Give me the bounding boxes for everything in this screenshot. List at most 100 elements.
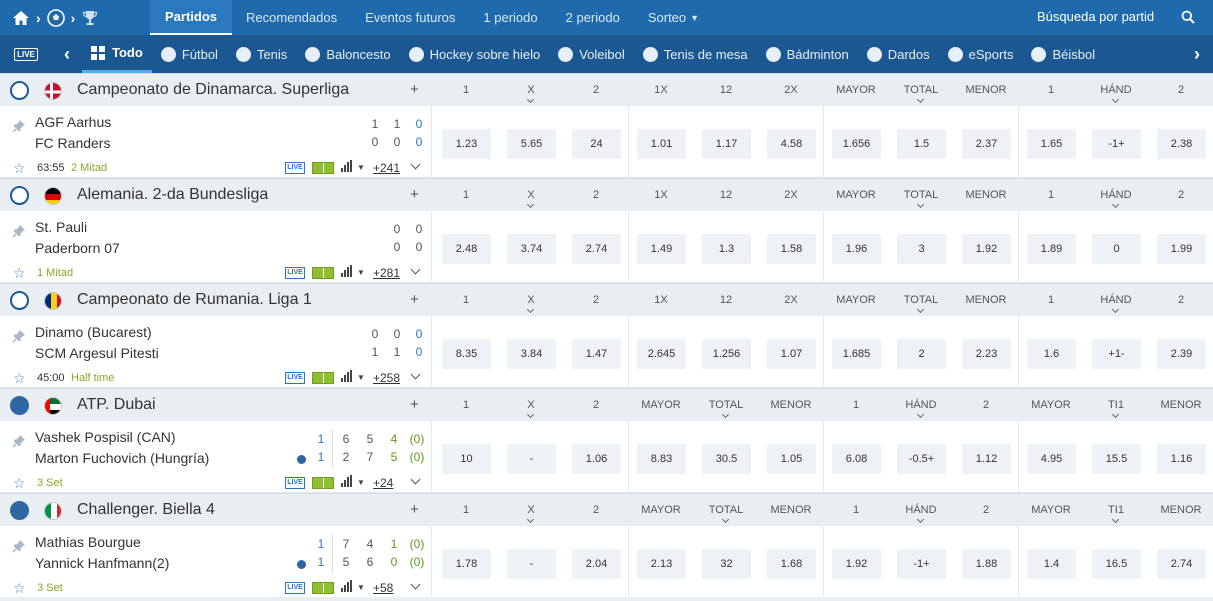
odds-button[interactable]: 1.5	[897, 129, 946, 159]
pin-icon[interactable]	[12, 329, 26, 343]
live-stream-icon[interactable]: LIVE	[285, 477, 305, 489]
chevron-down-icon[interactable]	[1111, 410, 1120, 419]
add-league-button[interactable]: +	[410, 291, 419, 308]
pin-icon[interactable]	[12, 224, 26, 238]
tab-recomendados[interactable]: Recomendados	[232, 0, 351, 35]
odds-button[interactable]: 30.5	[702, 444, 751, 474]
odds-button[interactable]: 2.48	[442, 234, 491, 264]
more-markets-link[interactable]: +24	[373, 476, 393, 490]
odds-button[interactable]: -	[507, 444, 556, 474]
odds-button[interactable]: 1.12	[962, 444, 1011, 474]
odds-button[interactable]: 2.74	[1157, 549, 1206, 579]
match-row[interactable]: Dinamo (Bucarest) SCM Argesul Pitesti 0 0 0 1…	[0, 316, 1213, 388]
expand-chevron-icon[interactable]	[410, 264, 421, 275]
odds-button[interactable]: 1.96	[832, 234, 881, 264]
odds-button[interactable]: 1.685	[832, 339, 881, 369]
tab-sorteo[interactable]: Sorteo ▼	[634, 0, 713, 35]
expand-chevron-icon[interactable]	[410, 159, 421, 170]
statistics-icon[interactable]	[341, 475, 352, 487]
statistics-icon[interactable]	[341, 160, 352, 172]
odds-button[interactable]: 1.47	[572, 339, 621, 369]
odds-button[interactable]: 1.05	[767, 444, 816, 474]
odds-button[interactable]: 0	[1092, 234, 1141, 264]
odds-button[interactable]: 2.74	[572, 234, 621, 264]
odds-button[interactable]: 2.645	[637, 339, 686, 369]
odds-button[interactable]: 1.17	[702, 129, 751, 159]
chevron-down-icon[interactable]	[916, 95, 925, 104]
odds-button[interactable]: 1.92	[962, 234, 1011, 264]
match-row[interactable]: AGF Aarhus FC Randers 1 1 0 0 0 0 ☆ 63:55 2 Mitad L…	[0, 106, 1213, 178]
odds-button[interactable]: -1+	[897, 549, 946, 579]
soccer-ball-icon[interactable]	[46, 8, 65, 27]
league-name[interactable]: Campeonato de Rumania. Liga 1	[77, 291, 312, 309]
match-row[interactable]: St. Pauli Paderborn 07 0 0 0 0 ☆ 1 Mitad LIVE ▼ +2…	[0, 211, 1213, 283]
favorite-star-icon[interactable]: ☆	[13, 371, 26, 385]
field-tracker-icon[interactable]	[312, 477, 334, 489]
league-name[interactable]: Challenger. Biella 4	[77, 501, 215, 519]
odds-button[interactable]: 1.49	[637, 234, 686, 264]
pin-icon[interactable]	[12, 539, 26, 553]
odds-button[interactable]: 1.68	[767, 549, 816, 579]
search-icon[interactable]	[1181, 10, 1195, 24]
search-box[interactable]	[1037, 9, 1195, 24]
odds-button[interactable]: 4.95	[1027, 444, 1076, 474]
soccer-ball-icon[interactable]	[10, 186, 29, 205]
add-league-button[interactable]: +	[410, 396, 419, 413]
odds-button[interactable]: 8.83	[637, 444, 686, 474]
soccer-ball-icon[interactable]	[10, 81, 29, 100]
odds-button[interactable]: 2.39	[1157, 339, 1206, 369]
field-tracker-icon[interactable]	[312, 582, 334, 594]
sport-item-fútbol[interactable]: Fútbol	[152, 35, 227, 73]
odds-button[interactable]: 2.13	[637, 549, 686, 579]
odds-button[interactable]: 3.84	[507, 339, 556, 369]
field-tracker-icon[interactable]	[312, 372, 334, 384]
odds-button[interactable]: 2	[897, 339, 946, 369]
live-toggle[interactable]: LIVE	[0, 35, 52, 73]
chevron-down-icon[interactable]	[916, 515, 925, 524]
odds-button[interactable]: 3	[897, 234, 946, 264]
odds-button[interactable]: 32	[702, 549, 751, 579]
tennis-ball-icon[interactable]	[10, 501, 29, 520]
odds-button[interactable]: 6.08	[832, 444, 881, 474]
odds-button[interactable]: 1.58	[767, 234, 816, 264]
odds-button[interactable]: 2.38	[1157, 129, 1206, 159]
chevron-down-icon[interactable]	[526, 515, 535, 524]
odds-button[interactable]: 5.65	[507, 129, 556, 159]
odds-button[interactable]: 15.5	[1092, 444, 1141, 474]
odds-button[interactable]: 24	[572, 129, 621, 159]
tab-2-periodo[interactable]: 2 periodo	[552, 0, 634, 35]
chevron-down-icon[interactable]	[721, 410, 730, 419]
pin-icon[interactable]	[12, 434, 26, 448]
scroll-left-icon[interactable]: ‹	[52, 44, 82, 65]
tab-eventos-futuros[interactable]: Eventos futuros	[351, 0, 469, 35]
odds-button[interactable]: -1+	[1092, 129, 1141, 159]
pin-icon[interactable]	[12, 119, 26, 133]
chevron-down-icon[interactable]	[916, 305, 925, 314]
tab-1-periodo[interactable]: 1 periodo	[469, 0, 551, 35]
sport-item-voleibol[interactable]: Voleibol	[549, 35, 634, 73]
odds-button[interactable]: 1.65	[1027, 129, 1076, 159]
favorite-star-icon[interactable]: ☆	[13, 581, 26, 595]
search-input[interactable]	[1037, 9, 1177, 24]
chevron-down-icon[interactable]	[1111, 95, 1120, 104]
odds-button[interactable]: -0.5+	[897, 444, 946, 474]
chevron-down-icon[interactable]	[526, 95, 535, 104]
odds-button[interactable]: 1.656	[832, 129, 881, 159]
chevron-down-icon[interactable]	[526, 305, 535, 314]
odds-button[interactable]: 2.23	[962, 339, 1011, 369]
more-markets-link[interactable]: +58	[373, 581, 393, 595]
odds-button[interactable]: 1.06	[572, 444, 621, 474]
expand-chevron-icon[interactable]	[410, 369, 421, 380]
league-name[interactable]: ATP. Dubai	[77, 396, 156, 414]
expand-chevron-icon[interactable]	[410, 474, 421, 485]
add-league-button[interactable]: +	[410, 186, 419, 203]
odds-button[interactable]: 1.23	[442, 129, 491, 159]
odds-button[interactable]: 2.37	[962, 129, 1011, 159]
add-league-button[interactable]: +	[410, 81, 419, 98]
field-tracker-icon[interactable]	[312, 162, 334, 174]
sport-item-bádminton[interactable]: Bádminton	[757, 35, 858, 73]
live-stream-icon[interactable]: LIVE	[285, 162, 305, 174]
live-stream-icon[interactable]: LIVE	[285, 372, 305, 384]
live-stream-icon[interactable]: LIVE	[285, 267, 305, 279]
sport-item-todo[interactable]: Todo	[82, 35, 152, 73]
